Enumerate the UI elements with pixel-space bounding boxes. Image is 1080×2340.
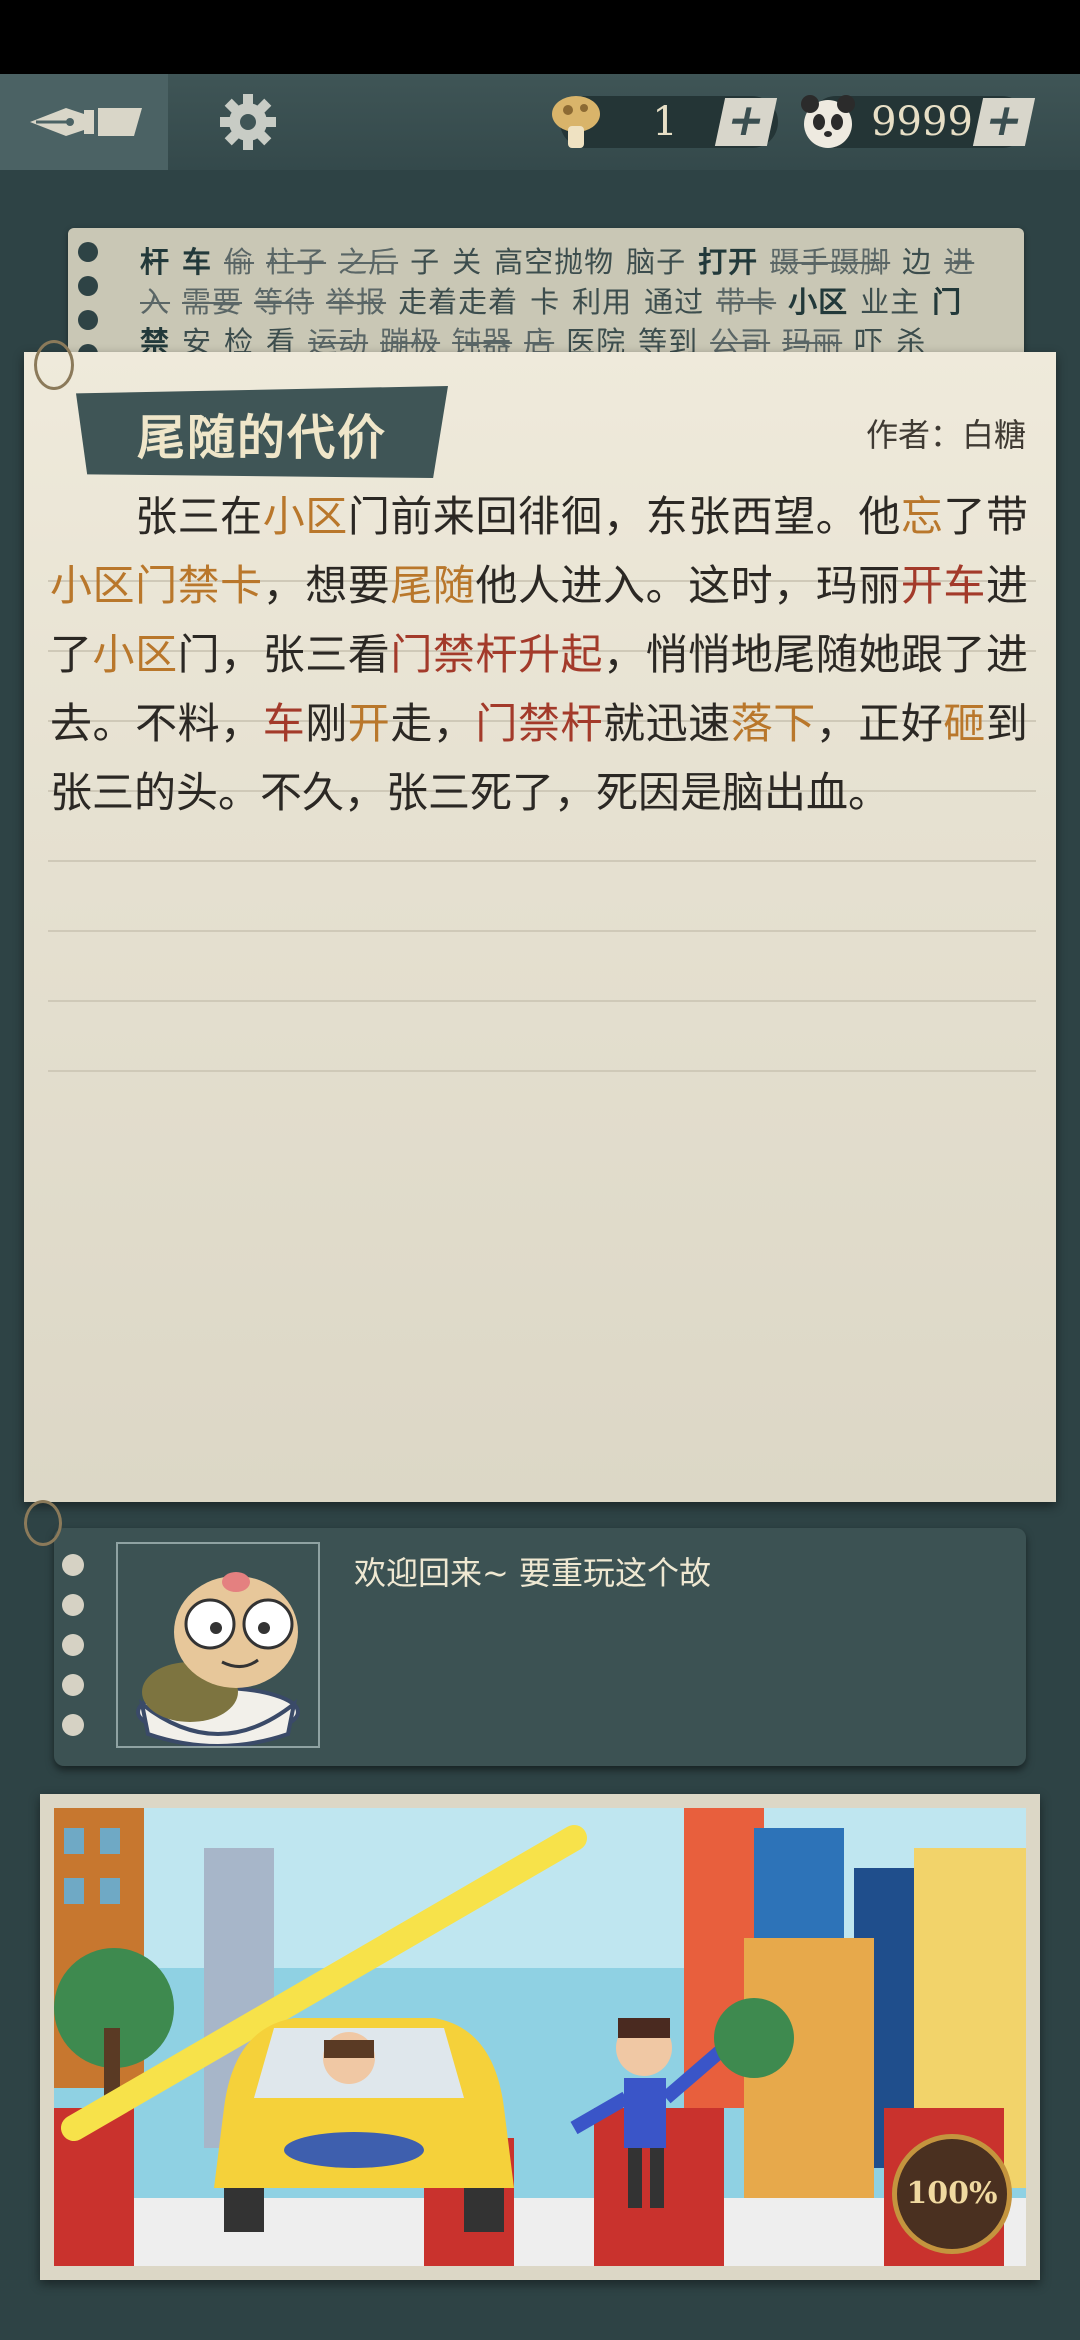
story-keyword: 小区	[92, 630, 178, 679]
story-keyword: 忘	[900, 492, 944, 541]
word-bank-word[interactable]: 业主	[860, 285, 920, 319]
word-bank-word[interactable]: 蹑手蹑脚	[770, 245, 890, 279]
story-keyword: 小区门禁卡	[50, 561, 263, 610]
story-segment: 走，	[390, 699, 476, 748]
pen-back-icon	[30, 108, 142, 136]
word-bank-word[interactable]: 卡	[530, 285, 560, 319]
dialog-text: 欢迎回来~ 要重玩这个故	[354, 1554, 711, 1592]
back-button[interactable]	[0, 74, 168, 170]
story-keyword: 砸	[943, 699, 986, 748]
story-keyword: 开	[347, 699, 391, 748]
dialog-holes	[62, 1554, 84, 1754]
turtle-avatar-icon	[136, 1572, 300, 1746]
story-segment: 门前来回徘徊，东张西望。他	[347, 492, 901, 541]
word-bank-word[interactable]: 带卡	[716, 285, 776, 319]
word-bank-panel: 杆车偷柱子 之后子关高空抛物 脑子 打开 蹑手蹑脚边进入 需要 等待 举报 走着走着卡利用 通过带…	[68, 228, 1024, 370]
word-bank-word[interactable]: 小区	[788, 285, 848, 319]
story-segment: 就迅速	[603, 699, 731, 748]
story-keyword: 开车	[900, 561, 986, 610]
story-keyword: 门禁杆升起	[390, 630, 604, 679]
word-bank-word[interactable]: 之后	[338, 245, 398, 279]
story-segment: 张三在	[50, 492, 263, 541]
add-keys-button[interactable]: +	[714, 95, 778, 146]
story-segment: ，想要	[262, 561, 391, 610]
word-bank-word[interactable]: 高空抛物	[494, 245, 614, 279]
word-bank-word[interactable]: 脑子	[626, 245, 686, 279]
panda-coin-icon	[801, 95, 855, 148]
story-segment: ，正好	[815, 699, 944, 748]
word-bank-word[interactable]: 子	[410, 245, 440, 279]
narrator-avatar-frame	[116, 1542, 320, 1748]
word-bank-word[interactable]: 车	[182, 245, 212, 279]
key-counter: 1 +	[552, 95, 778, 148]
coin-count: 9999	[871, 99, 973, 145]
story-segment: 了带	[943, 492, 1028, 541]
word-bank-word[interactable]: 打开	[698, 245, 758, 279]
story-text: 张三在小区门前来回徘徊，东张西望。他忘了带小区门禁卡，想要尾随他人进入。这时，玛…	[50, 482, 1028, 827]
key-count: 1	[652, 99, 678, 145]
story-segment: 他人进入。这时，玛丽	[475, 561, 901, 610]
paper-ring	[34, 340, 74, 390]
word-bank-word[interactable]: 通过	[644, 285, 704, 319]
narrator-dialog[interactable]: 欢迎回来~ 要重玩这个故	[24, 1500, 1026, 1766]
title-ribbon: 尾随的代价	[76, 386, 448, 478]
story-title: 尾随的代价	[136, 410, 387, 466]
dialog-ring	[24, 1500, 62, 1546]
word-bank-word[interactable]: 偷	[224, 245, 254, 279]
add-coins-button[interactable]: +	[972, 95, 1036, 146]
word-bank-word[interactable]: 等待	[254, 285, 314, 319]
completion-badge: 100%	[892, 2134, 1012, 2254]
story-keyword: 落下	[730, 699, 816, 748]
story-keyword: 门禁杆	[475, 699, 604, 748]
settings-gear-icon[interactable]	[218, 92, 278, 152]
word-bank-word[interactable]: 利用	[572, 285, 632, 319]
mushroom-key-icon	[552, 96, 600, 148]
story-segment: 门，张三看	[177, 630, 391, 679]
top-bar: 1 + 9999 +	[0, 74, 1080, 172]
story-keyword: 小区	[262, 492, 348, 541]
word-bank-list: 杆车偷柱子 之后子关高空抛物 脑子 打开 蹑手蹑脚边进入 需要 等待 举报 走着走着卡利用 通过带…	[140, 242, 984, 362]
word-bank-word[interactable]: 关	[452, 245, 482, 279]
story-paper: 尾随的代价 作者：白糖 张三在小区门前来回徘徊，东张西望。他忘了带小区门禁卡，想…	[24, 340, 1056, 1502]
car-gate-illustration	[54, 1808, 1026, 2266]
word-bank-word[interactable]: 举报	[326, 285, 386, 319]
story-keyword: 尾随	[390, 561, 476, 610]
story-segment: 刚	[305, 699, 348, 748]
notebook-holes	[78, 242, 98, 370]
word-bank-word[interactable]: 边	[902, 245, 932, 279]
story-author: 作者：白糖	[865, 416, 1026, 454]
story-keyword: 车	[262, 699, 306, 748]
word-bank-word[interactable]: 走着走着	[398, 285, 518, 319]
word-bank-word[interactable]: 柱子	[266, 245, 326, 279]
coin-counter: 9999 +	[801, 95, 1036, 148]
word-bank-word[interactable]: 需要	[182, 285, 242, 319]
word-bank-word[interactable]: 杆	[140, 245, 170, 279]
status-bar	[0, 0, 1080, 74]
story-scene-panel: 100%	[40, 1794, 1040, 2280]
